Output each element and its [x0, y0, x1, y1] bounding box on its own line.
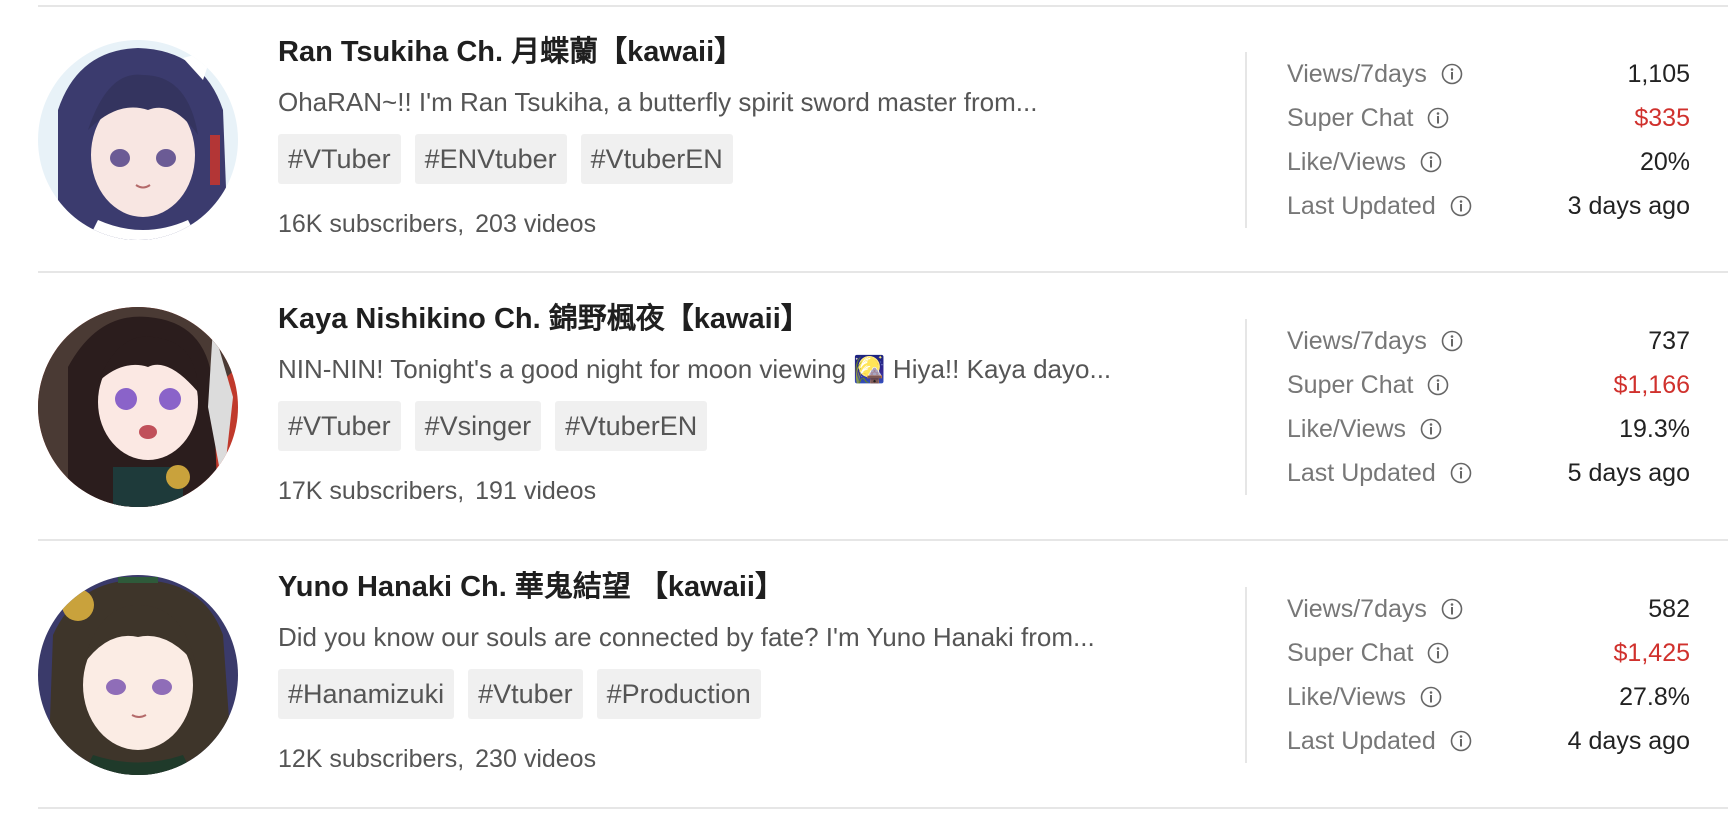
- stat-value: 27.8%: [1619, 682, 1690, 711]
- stat-label: Like/Views: [1287, 414, 1407, 443]
- stats-divider: [1245, 52, 1247, 228]
- video-count: 191 videos: [475, 477, 597, 505]
- subscriber-count: 17K subscribers,: [278, 477, 465, 505]
- channel-description: NIN-NIN! Tonight's a good night for moon…: [278, 354, 1112, 384]
- tag[interactable]: #Vtuber: [468, 669, 583, 719]
- stat-views: Views/7days 1,105: [1287, 52, 1690, 96]
- video-count: 203 videos: [475, 210, 597, 238]
- stat-label: Views/7days: [1287, 59, 1427, 88]
- stat-label: Last Updated: [1287, 191, 1436, 220]
- stat-label: Super Chat: [1287, 370, 1414, 399]
- info-icon[interactable]: [1441, 63, 1463, 85]
- channel-avatar[interactable]: [38, 40, 238, 240]
- stat-value: 1,105: [1627, 59, 1690, 88]
- channel-avatar[interactable]: [38, 575, 238, 775]
- info-icon[interactable]: [1441, 598, 1463, 620]
- channel-name[interactable]: Ran Tsukiha Ch. 月蝶蘭【kawaii】: [278, 32, 1238, 72]
- info-icon[interactable]: [1420, 418, 1442, 440]
- stat-updated: Last Updated 5 days ago: [1287, 451, 1690, 495]
- stat-updated: Last Updated 3 days ago: [1287, 184, 1690, 228]
- channel-info: Kaya Nishikino Ch. 錦野楓夜【kawaii】 NIN-NIN!…: [278, 299, 1238, 509]
- tag-list: #VTuber #ENVtuber #VtuberEN: [278, 134, 1238, 184]
- info-icon[interactable]: [1450, 195, 1472, 217]
- info-icon[interactable]: [1427, 374, 1449, 396]
- channel-row[interactable]: Kaya Nishikino Ch. 錦野楓夜【kawaii】 NIN-NIN!…: [38, 273, 1728, 541]
- stat-label: Like/Views: [1287, 147, 1407, 176]
- stat-value: $1,425: [1613, 638, 1690, 667]
- channel-list: Ran Tsukiha Ch. 月蝶蘭【kawaii】 OhaRAN~!! I'…: [38, 0, 1728, 809]
- stat-value: 19.3%: [1619, 414, 1690, 443]
- stat-label: Views/7days: [1287, 594, 1427, 623]
- subscriber-count: 12K subscribers,: [278, 745, 465, 773]
- channel-name[interactable]: Yuno Hanaki Ch. 華鬼結望 【kawaii】: [278, 567, 1238, 607]
- stat-value: 582: [1648, 594, 1690, 623]
- info-icon[interactable]: [1420, 686, 1442, 708]
- stat-views: Views/7days 737: [1287, 319, 1690, 363]
- tag[interactable]: #VTuber: [278, 134, 401, 184]
- channel-description: OhaRAN~!! I'm Ran Tsukiha, a butterfly s…: [278, 87, 1038, 117]
- stats-panel: Views/7days 737 Super Chat $1,166 Like/V…: [1287, 319, 1690, 495]
- stat-label: Views/7days: [1287, 326, 1427, 355]
- stats-divider: [1245, 319, 1247, 495]
- tag[interactable]: #VtuberEN: [580, 134, 733, 184]
- stat-label: Super Chat: [1287, 103, 1414, 132]
- stat-likeviews: Like/Views 27.8%: [1287, 675, 1690, 719]
- info-icon[interactable]: [1450, 730, 1472, 752]
- info-icon[interactable]: [1427, 107, 1449, 129]
- stat-value: $1,166: [1613, 370, 1690, 399]
- tag[interactable]: #Production: [596, 669, 761, 719]
- video-count: 230 videos: [475, 745, 597, 773]
- channel-info: Ran Tsukiha Ch. 月蝶蘭【kawaii】 OhaRAN~!! I'…: [278, 32, 1238, 242]
- stats-panel: Views/7days 582 Super Chat $1,425 Like/V…: [1287, 587, 1690, 763]
- stat-label: Like/Views: [1287, 682, 1407, 711]
- tag-list: #VTuber #Vsinger #VtuberEN: [278, 401, 1238, 451]
- stat-likeviews: Like/Views 19.3%: [1287, 407, 1690, 451]
- stat-value: $335: [1634, 103, 1690, 132]
- stats-panel: Views/7days 1,105 Super Chat $335 Like/V…: [1287, 52, 1690, 228]
- stat-label: Super Chat: [1287, 638, 1414, 667]
- stat-value: 737: [1648, 326, 1690, 355]
- tag[interactable]: #Vsinger: [414, 401, 542, 451]
- info-icon[interactable]: [1441, 330, 1463, 352]
- stat-label: Last Updated: [1287, 458, 1436, 487]
- info-icon[interactable]: [1420, 151, 1442, 173]
- channel-info: Yuno Hanaki Ch. 華鬼結望 【kawaii】 Did you kn…: [278, 567, 1238, 777]
- channel-row[interactable]: Yuno Hanaki Ch. 華鬼結望 【kawaii】 Did you kn…: [38, 541, 1728, 809]
- stat-value: 5 days ago: [1567, 458, 1690, 487]
- stat-label: Last Updated: [1287, 726, 1436, 755]
- stat-value: 4 days ago: [1567, 726, 1690, 755]
- stat-views: Views/7days 582: [1287, 587, 1690, 631]
- channel-meta: 17K subscribers, 191 videos: [278, 473, 1238, 509]
- channel-name[interactable]: Kaya Nishikino Ch. 錦野楓夜【kawaii】: [278, 299, 1238, 339]
- tag[interactable]: #ENVtuber: [414, 134, 567, 184]
- channel-avatar[interactable]: [38, 307, 238, 507]
- stat-likeviews: Like/Views 20%: [1287, 140, 1690, 184]
- channel-row[interactable]: Ran Tsukiha Ch. 月蝶蘭【kawaii】 OhaRAN~!! I'…: [38, 6, 1728, 273]
- stat-value: 20%: [1639, 147, 1690, 176]
- stat-superchat: Super Chat $1,166: [1287, 363, 1690, 407]
- stat-value: 3 days ago: [1567, 191, 1690, 220]
- subscriber-count: 16K subscribers,: [278, 210, 465, 238]
- channel-description: Did you know our souls are connected by …: [278, 622, 1095, 652]
- stat-updated: Last Updated 4 days ago: [1287, 719, 1690, 763]
- stat-superchat: Super Chat $1,425: [1287, 631, 1690, 675]
- stat-superchat: Super Chat $335: [1287, 96, 1690, 140]
- channel-meta: 12K subscribers, 230 videos: [278, 741, 1238, 777]
- tag[interactable]: #Hanamizuki: [278, 669, 455, 719]
- tag-list: #Hanamizuki #Vtuber #Production: [278, 669, 1238, 719]
- channel-meta: 16K subscribers, 203 videos: [278, 206, 1238, 242]
- stats-divider: [1245, 587, 1247, 763]
- tag[interactable]: #VtuberEN: [555, 401, 708, 451]
- tag[interactable]: #VTuber: [278, 401, 401, 451]
- info-icon[interactable]: [1450, 462, 1472, 484]
- info-icon[interactable]: [1427, 642, 1449, 664]
